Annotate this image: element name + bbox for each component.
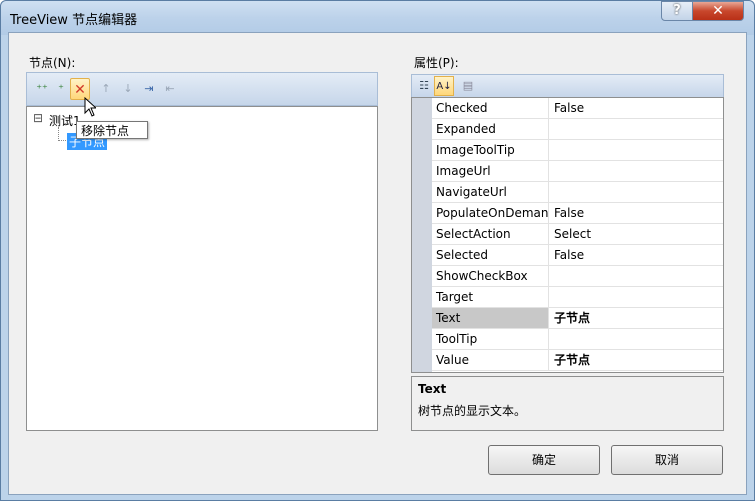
property-row[interactable]: SelectAction Select (432, 224, 723, 245)
help-button[interactable]: ? (661, 1, 693, 21)
tree-expander-icon[interactable]: ⊟ (33, 111, 43, 125)
property-row[interactable]: ShowCheckBox (432, 266, 723, 287)
property-grid[interactable]: Checked False Expanded ImageToolTip Image… (411, 97, 724, 373)
property-row[interactable]: PopulateOnDemand False (432, 203, 723, 224)
remove-node-tooltip: 移除节点 (76, 121, 148, 139)
properties-label: 属性(P): (414, 56, 459, 70)
property-row[interactable]: ImageUrl (432, 161, 723, 182)
tree-connector (58, 140, 66, 142)
move-up-icon[interactable]: ↑ (96, 78, 116, 100)
description-text: 树节点的显示文本。 (418, 404, 527, 418)
title-bar[interactable]: TreeView 节点编辑器 ? ✕ (1, 1, 754, 35)
property-description-panel: Text 树节点的显示文本。 (411, 376, 724, 431)
move-down-icon[interactable]: ↓ (118, 78, 138, 100)
description-title: Text (418, 382, 447, 396)
property-row-selected[interactable]: Text 子节点 (432, 308, 723, 329)
property-row[interactable]: Value 子节点 (432, 350, 723, 371)
add-root-node-icon[interactable]: ⁺⁺ (32, 78, 52, 100)
property-row[interactable]: Checked False (432, 98, 723, 119)
tree-connector (58, 127, 60, 141)
nodes-toolbar: ⁺⁺ ⁺ ✕ ↑ ↓ ⇥ ⇤ (26, 72, 378, 106)
window-title: TreeView 节点编辑器 (10, 13, 138, 28)
add-child-node-icon[interactable]: ⁺ (51, 78, 71, 100)
property-row[interactable]: ImageToolTip (432, 140, 723, 161)
nodes-label: 节点(N): (29, 56, 76, 70)
property-pages-icon[interactable]: ▤ (460, 78, 476, 94)
node-tree[interactable]: ⊟ 测试1 子节点 (26, 106, 378, 431)
property-grid-gutter (412, 98, 432, 372)
cancel-button[interactable]: 取消 (611, 445, 723, 475)
property-row[interactable]: Selected False (432, 245, 723, 266)
property-row[interactable]: ToolTip (432, 329, 723, 350)
property-row[interactable]: Expanded (432, 119, 723, 140)
indent-icon[interactable]: ⇥ (139, 78, 159, 100)
outdent-icon[interactable]: ⇤ (160, 78, 180, 100)
property-row[interactable]: Target (432, 287, 723, 308)
categorized-icon[interactable]: ☷ (416, 78, 432, 94)
close-button[interactable]: ✕ (692, 1, 744, 21)
property-row[interactable]: NavigateUrl (432, 182, 723, 203)
ok-button[interactable]: 确定 (488, 445, 600, 475)
mouse-cursor-icon (84, 97, 96, 117)
properties-toolbar: ☷ A↓ ▤ (411, 74, 724, 98)
alphabetical-sort-icon[interactable]: A↓ (434, 76, 454, 96)
